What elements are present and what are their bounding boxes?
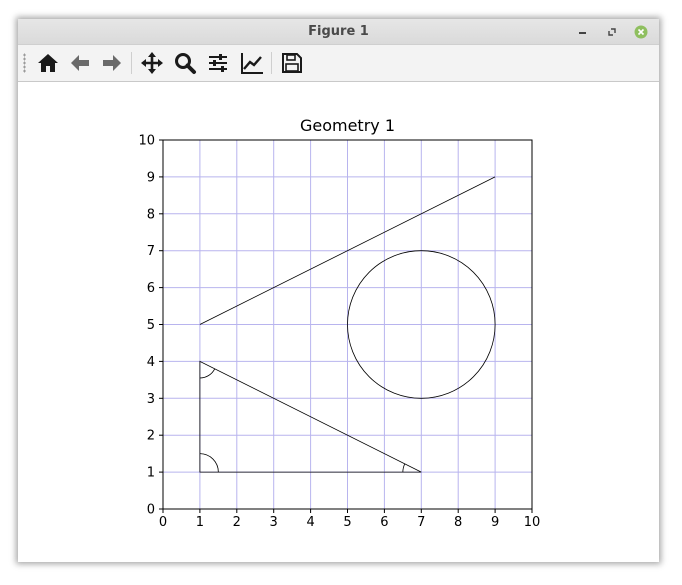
y-tick-label: 2 [147, 429, 155, 444]
y-tick-label: 6 [147, 281, 155, 296]
x-tick-label: 2 [233, 515, 241, 530]
figure-window: Figure 1 Geometry 1 0 1 2 3 4 5 6 7 8 9 … [18, 19, 659, 562]
configure-subplots-icon [209, 54, 227, 72]
geometry-plot[interactable]: Geometry 1 0 1 2 3 4 5 6 7 8 9 10 0 1 2 3 4 5 6 7 8 9 10 [18, 82, 659, 562]
y-tick-label: 7 [147, 244, 155, 259]
pan-button[interactable] [138, 50, 166, 76]
pan-icon [141, 52, 163, 74]
save-button[interactable] [278, 50, 306, 76]
toolbar-separator [131, 52, 132, 74]
window-title: Figure 1 [308, 24, 369, 39]
back-button[interactable] [66, 50, 94, 76]
configure-subplots-button[interactable] [204, 50, 232, 76]
x-tick-label: 10 [524, 515, 541, 530]
y-tick-label: 10 [138, 134, 155, 149]
toolbar-grip[interactable] [23, 53, 26, 73]
x-tick-label: 4 [306, 515, 314, 530]
x-tick-label: 7 [417, 515, 425, 530]
y-tick-label: 3 [147, 392, 155, 407]
angle-arc [402, 463, 406, 473]
minimize-button[interactable] [576, 24, 590, 38]
edit-axis-icon [241, 53, 263, 74]
y-tick-label: 0 [147, 503, 155, 518]
edit-axis-button[interactable] [238, 50, 266, 76]
restore-icon [608, 28, 616, 36]
toolbar-separator [271, 52, 272, 74]
close-icon [634, 25, 648, 39]
angle-arc [199, 453, 219, 473]
x-tick-label: 9 [491, 515, 499, 530]
forward-button[interactable] [98, 50, 126, 76]
x-tick-label: 3 [270, 515, 278, 530]
y-tick-label: 5 [147, 318, 155, 333]
forward-arrow-icon [103, 55, 121, 71]
restore-button[interactable] [605, 24, 619, 38]
y-tick-label: 1 [147, 466, 155, 481]
y-tick-label: 4 [147, 355, 155, 370]
x-tick-label: 1 [196, 515, 204, 530]
angle-arc [199, 368, 216, 379]
navigation-toolbar [18, 45, 659, 82]
figure-canvas[interactable]: Geometry 1 0 1 2 3 4 5 6 7 8 9 10 0 1 2 3 4 5 6 7 8 9 10 [18, 82, 659, 562]
minimize-icon [579, 32, 586, 34]
close-button[interactable] [634, 24, 648, 39]
y-tick-label: 8 [147, 207, 155, 222]
x-tick-label: 5 [343, 515, 351, 530]
save-icon [282, 53, 302, 73]
home-icon [38, 54, 58, 72]
back-arrow-icon [71, 55, 89, 71]
y-tick-label: 9 [147, 170, 155, 185]
x-tick-label: 6 [380, 515, 388, 530]
x-tick-label: 8 [454, 515, 462, 530]
zoom-icon [175, 53, 196, 74]
home-button[interactable] [34, 50, 62, 76]
x-tick-label: 0 [159, 515, 167, 530]
chart-title: Geometry 1 [300, 116, 395, 135]
zoom-button[interactable] [171, 50, 199, 76]
title-bar[interactable]: Figure 1 [18, 19, 659, 45]
